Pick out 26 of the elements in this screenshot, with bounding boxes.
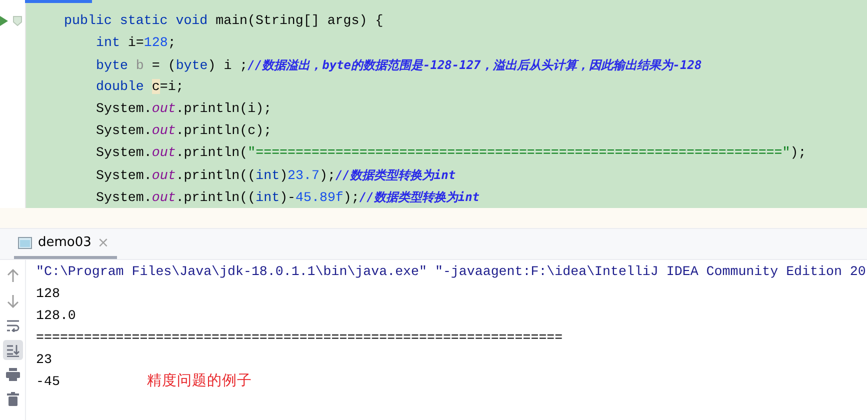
code-line: int i=128; (95, 34, 177, 52)
trash-icon[interactable] (6, 392, 18, 406)
code-line: public static void main(String[] args) { (63, 12, 384, 30)
scroll-to-end-icon (6, 344, 20, 356)
down-arrow-icon[interactable] (6, 294, 18, 308)
scroll-to-end-button[interactable] (2, 340, 22, 360)
output-line: 23 (36, 351, 52, 369)
code-line: System.out.println(c); (95, 122, 273, 140)
console-icon (18, 236, 32, 248)
output-line: 128.0 (36, 307, 76, 325)
output-line: -45 (36, 373, 60, 391)
run-tab[interactable]: demo03 × (14, 229, 118, 259)
code-line: byte b = (byte) i ;//数据溢出，byte的数据范围是-128-127，溢出后从头计算，因此输出结果为-128 (95, 57, 703, 75)
annotation-text: 精度问题的例子 (147, 372, 252, 391)
code-line: System.out.println((int)23.7);//数据类型转换为int (95, 167, 457, 185)
up-arrow-icon[interactable] (6, 269, 18, 283)
code-line: System.out.println(i); (95, 100, 273, 118)
output-line: ================================================================== (36, 329, 563, 347)
wrap-icon[interactable] (6, 319, 20, 332)
code-line: System.out.println("=================================================================="); (95, 144, 808, 162)
print-icon[interactable] (6, 368, 20, 381)
run-icon[interactable] (0, 16, 8, 26)
code-line: System.out.println((int)-45.89f);//数据类型转换为int (95, 189, 481, 207)
command-line: "C:\Program Files\Java\jdk-18.0.1.1\bin\java.exe" "-javaagent:F:\idea\IntelliJ IDEA Community Edition 20 (36, 263, 866, 281)
code-line: double c=i; (95, 78, 185, 96)
output-line: 128 (36, 285, 60, 303)
